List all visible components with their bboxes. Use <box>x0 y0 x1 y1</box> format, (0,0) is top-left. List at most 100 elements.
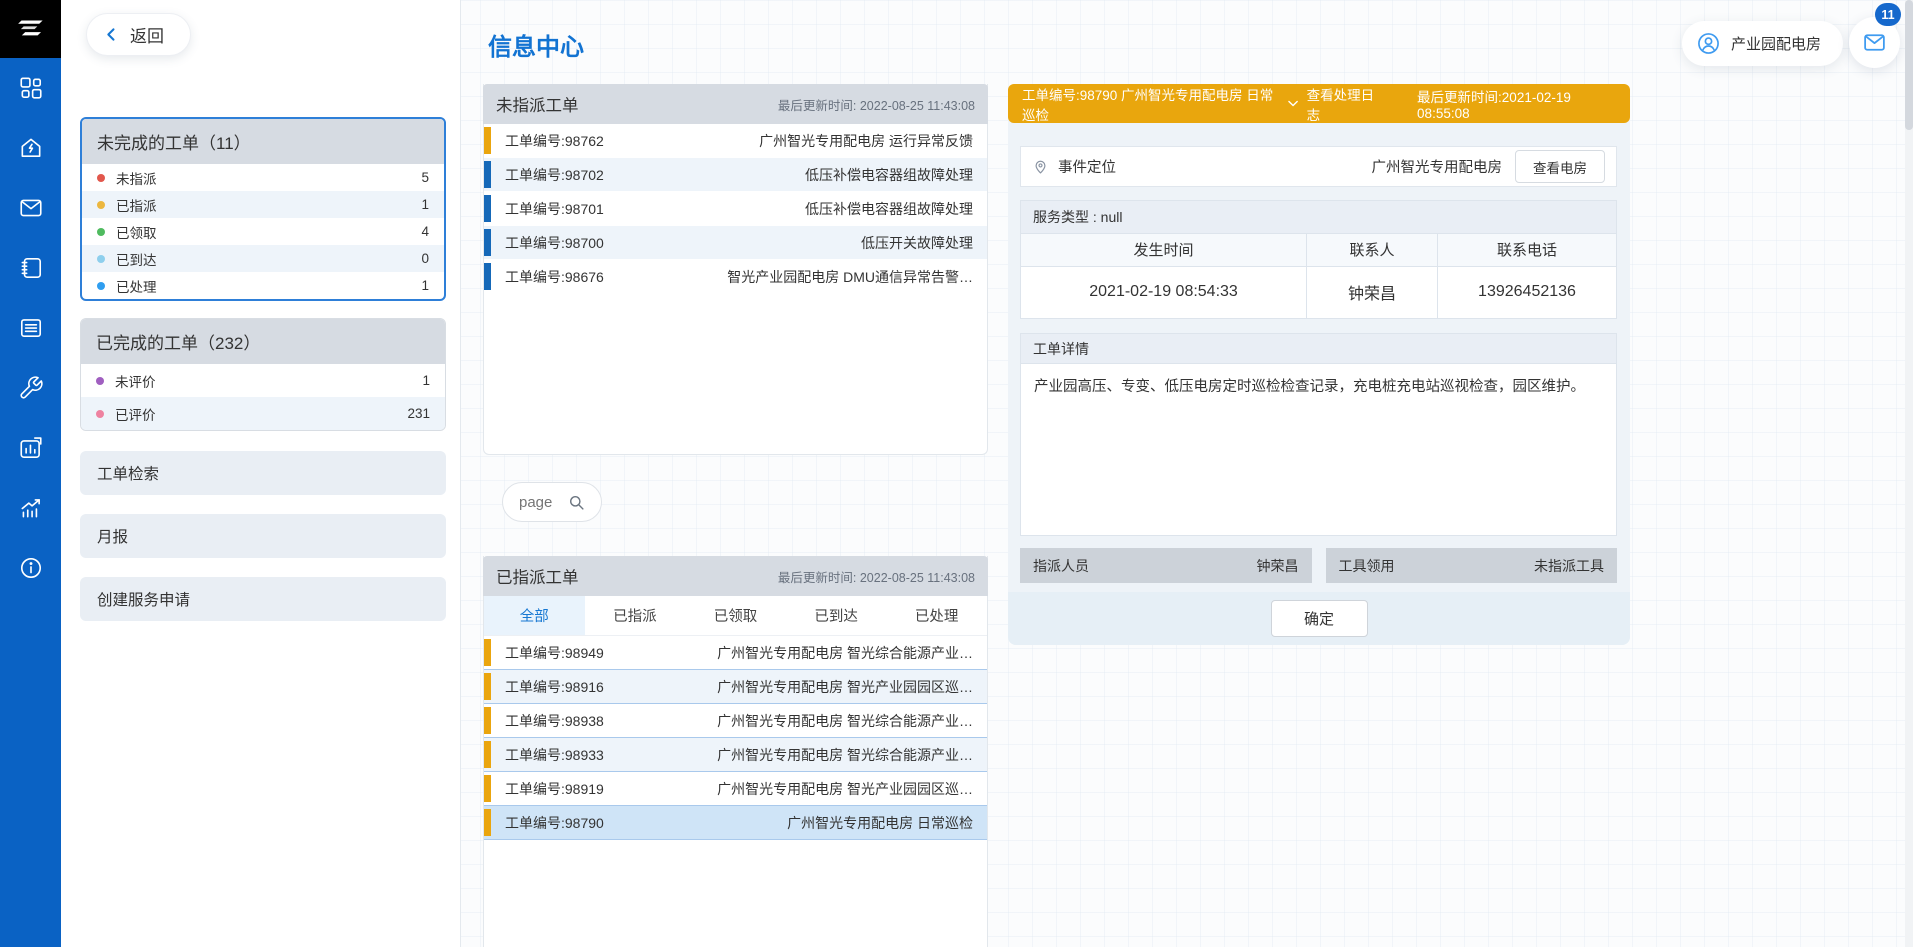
incomplete-orders-title: 未完成的工单（11） <box>82 119 444 164</box>
order-description: 广州智光专用配电房 智光产业园园区巡… <box>717 779 987 799</box>
work-order-row[interactable]: 工单编号:98700 低压开关故障处理 <box>484 226 987 260</box>
order-number: 工单编号:98919 <box>505 779 604 799</box>
page-search-input[interactable] <box>519 494 567 511</box>
stat-count: 1 <box>421 197 429 212</box>
order-description: 智光产业园配电房 DMU通信异常告警… <box>727 267 987 287</box>
stat-row-processed[interactable]: 已处理 1 <box>82 272 444 299</box>
sidebar-item-apps[interactable] <box>0 58 61 118</box>
work-order-row[interactable]: 工单编号:98762 广州智光专用配电房 运行异常反馈 <box>484 124 987 158</box>
trend-chart-icon <box>18 495 44 521</box>
order-description: 低压补偿电容器组故障处理 <box>805 165 987 185</box>
tab-processed[interactable]: 已处理 <box>886 596 987 635</box>
order-description: 广州智光专用配电房 智光综合能源产业… <box>717 643 987 663</box>
priority-bar <box>484 161 491 188</box>
notebook-icon <box>18 255 44 281</box>
action-monthly-report[interactable]: 月报 <box>80 514 446 558</box>
work-order-row[interactable]: 工单编号:98701 低压补偿电容器组故障处理 <box>484 192 987 226</box>
status-dot <box>97 201 105 209</box>
tab-claimed[interactable]: 已领取 <box>685 596 786 635</box>
unassigned-orders-panel: 未指派工单 最后更新时间: 2022-08-25 11:43:08 工单编号:9… <box>483 84 988 455</box>
home-icon <box>18 135 44 161</box>
assigned-updated-time: 最后更新时间: 2022-08-25 11:43:08 <box>778 567 975 586</box>
work-order-row[interactable]: 工单编号:98938 广州智光专用配电房 智光综合能源产业… <box>484 704 987 738</box>
stat-row-unrated[interactable]: 未评价 1 <box>81 364 445 397</box>
action-order-search[interactable]: 工单检索 <box>80 451 446 495</box>
service-info-block: 服务类型 : null 发生时间 联系人 联系电话 2021-02-19 08:… <box>1020 200 1617 319</box>
status-dot <box>96 410 104 418</box>
priority-bar <box>484 775 491 802</box>
sidebar-item-statistics[interactable] <box>0 478 61 538</box>
sidebar-item-report[interactable] <box>0 418 61 478</box>
sidebar-item-notebook[interactable] <box>0 238 61 298</box>
work-order-row[interactable]: 工单编号:98916 广州智光专用配电房 智光产业园园区巡… <box>484 670 987 704</box>
search-icon[interactable] <box>567 493 586 512</box>
col-contact-phone: 联系电话 <box>1437 234 1616 266</box>
event-location-row: 事件定位 广州智光专用配电房 查看电房 <box>1020 146 1617 187</box>
contact-row: 2021-02-19 08:54:33 钟荣昌 13926452136 <box>1021 266 1616 318</box>
work-order-row-selected[interactable]: 工单编号:98790 广州智光专用配电房 日常巡检 <box>484 806 987 840</box>
back-button[interactable]: 返回 <box>86 13 191 56</box>
left-panel: 返回 未完成的工单（11） 未指派 5 已指派 1 已领取 4 已到达 <box>61 0 461 947</box>
status-dot <box>96 377 104 385</box>
stat-row-arrived[interactable]: 已到达 0 <box>82 245 444 272</box>
stat-count: 1 <box>422 373 430 388</box>
priority-bar <box>484 195 491 222</box>
work-order-row[interactable]: 工单编号:98702 低压补偿电容器组故障处理 <box>484 158 987 192</box>
tab-all[interactable]: 全部 <box>484 596 585 635</box>
page-search-box[interactable] <box>502 482 602 522</box>
work-order-row[interactable]: 工单编号:98933 广州智光专用配电房 智光综合能源产业… <box>484 738 987 772</box>
scrollbar-thumb[interactable] <box>1905 0 1913 130</box>
view-substation-button[interactable]: 查看电房 <box>1515 150 1605 183</box>
user-account-chip[interactable]: 产业园配电房 <box>1682 21 1843 66</box>
confirm-button[interactable]: 确定 <box>1271 600 1368 637</box>
logo-icon <box>12 11 50 47</box>
work-order-row[interactable]: 工单编号:98919 广州智光专用配电房 智光产业园园区巡… <box>484 772 987 806</box>
work-detail-body: 产业园高压、专变、低压电房定时巡检检查记录，充电桩充电站巡视检查，园区维护。 <box>1020 364 1617 536</box>
stat-row-claimed[interactable]: 已领取 4 <box>82 218 444 245</box>
order-description: 低压补偿电容器组故障处理 <box>805 199 987 219</box>
unassigned-updated-time: 最后更新时间: 2022-08-25 11:43:08 <box>778 95 975 114</box>
report-chart-icon <box>18 435 44 461</box>
tab-assigned[interactable]: 已指派 <box>585 596 686 635</box>
order-number: 工单编号:98762 <box>505 131 604 151</box>
work-order-row[interactable]: 工单编号:98949 广州智光专用配电房 智光综合能源产业… <box>484 636 987 670</box>
incomplete-orders-card[interactable]: 未完成的工单（11） 未指派 5 已指派 1 已领取 4 已到达 0 <box>80 117 446 301</box>
order-number: 工单编号:98949 <box>505 643 604 663</box>
sidebar-item-info[interactable] <box>0 538 61 598</box>
stat-label: 未指派 <box>116 168 157 188</box>
page-scrollbar[interactable] <box>1905 0 1913 947</box>
sidebar-item-list[interactable] <box>0 298 61 358</box>
sidebar-item-messages[interactable] <box>0 178 61 238</box>
assigned-status-tabs: 全部 已指派 已领取 已到达 已处理 <box>484 596 987 636</box>
order-banner: 工单编号:98790 广州智光专用配电房 日常巡检 查看处理日志 最后更新时间:… <box>1008 84 1630 123</box>
view-log-label: 查看处理日志 <box>1307 84 1383 124</box>
order-number: 工单编号:98701 <box>505 199 604 219</box>
apps-icon <box>18 75 44 101</box>
stat-row-rated[interactable]: 已评价 231 <box>81 397 445 430</box>
stat-row-unassigned[interactable]: 未指派 5 <box>82 164 444 191</box>
priority-bar <box>484 741 491 768</box>
list-icon <box>18 315 44 341</box>
envelope-icon <box>1862 30 1887 55</box>
sidebar-item-tools[interactable] <box>0 358 61 418</box>
chevron-down-icon <box>1286 96 1300 111</box>
occur-time-value: 2021-02-19 08:54:33 <box>1021 266 1307 318</box>
stat-count: 1 <box>421 278 429 293</box>
sidebar-item-home[interactable] <box>0 118 61 178</box>
view-log-link[interactable]: 查看处理日志 <box>1286 84 1384 124</box>
action-create-service-request[interactable]: 创建服务申请 <box>80 577 446 621</box>
user-name: 产业园配电房 <box>1731 33 1821 54</box>
completed-orders-card[interactable]: 已完成的工单（232） 未评价 1 已评价 231 <box>80 318 446 431</box>
tab-arrived[interactable]: 已到达 <box>786 596 887 635</box>
priority-bar <box>484 127 491 154</box>
status-dot <box>97 228 105 236</box>
contact-phone-value: 13926452136 <box>1437 266 1616 318</box>
order-detail-pane: 工单编号:98790 广州智光专用配电房 日常巡检 查看处理日志 最后更新时间:… <box>1008 84 1630 645</box>
work-order-row[interactable]: 工单编号:98676 智光产业园配电房 DMU通信异常告警… <box>484 260 987 294</box>
contact-name-value: 钟荣昌 <box>1307 266 1438 318</box>
back-label: 返回 <box>130 22 164 47</box>
stat-row-assigned[interactable]: 已指派 1 <box>82 191 444 218</box>
work-order-column: 未指派工单 最后更新时间: 2022-08-25 11:43:08 工单编号:9… <box>483 84 988 947</box>
assignment-bars: 指派人员 钟荣昌 工具领用 未指派工具 <box>1020 548 1617 583</box>
stat-count: 231 <box>407 406 430 421</box>
